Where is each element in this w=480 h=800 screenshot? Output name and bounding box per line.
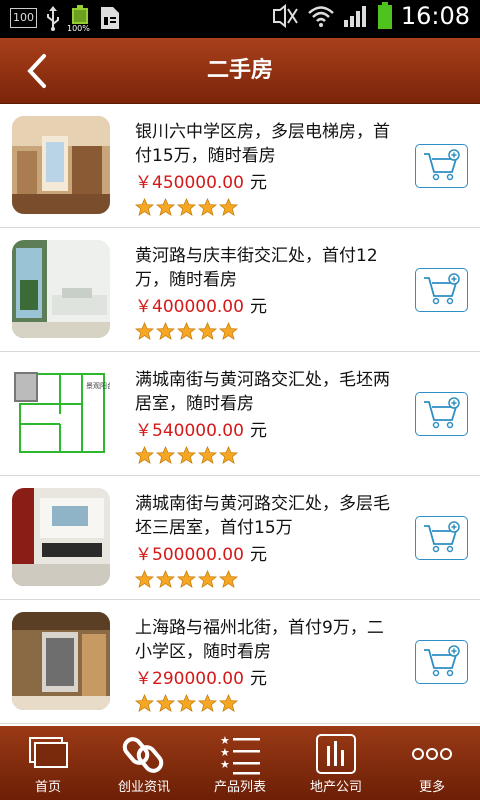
nav-item-company[interactable]: 地产公司 xyxy=(288,726,384,800)
star-icon xyxy=(219,322,238,340)
back-button[interactable] xyxy=(18,50,58,92)
star-icon xyxy=(156,322,175,340)
nav-label: 地产公司 xyxy=(309,780,362,795)
star-icon xyxy=(219,198,238,216)
list-item[interactable]: 上海路与福州北街，首付9万，二小学区，随时看房 ￥290000.00 元 xyxy=(0,600,480,724)
signal-icon xyxy=(343,6,366,27)
star-icon xyxy=(198,322,217,340)
cart-add-icon xyxy=(424,645,460,677)
star-icon xyxy=(219,446,238,464)
nav-label: 首页 xyxy=(34,780,61,795)
listing-price: ￥540000.00 xyxy=(135,421,244,441)
listing-photo xyxy=(12,488,110,586)
rating-stars xyxy=(135,322,238,341)
nav-label: 产品列表 xyxy=(213,780,266,795)
listing-price: ￥500000.00 xyxy=(135,545,244,565)
price-unit: 元 xyxy=(249,297,267,317)
add-to-cart-button[interactable] xyxy=(415,268,468,312)
nav-item-home[interactable]: 首页 xyxy=(0,726,96,800)
price-unit: 元 xyxy=(249,545,267,565)
price-unit: 元 xyxy=(249,669,267,689)
home-icon xyxy=(29,737,68,768)
listing-title: 上海路与福州北街，首付9万，二小学区，随时看房 xyxy=(135,618,384,662)
notification-badge: 100 xyxy=(10,8,37,28)
star-icon xyxy=(198,198,217,216)
star-icon xyxy=(156,446,175,464)
document-icon xyxy=(101,7,119,29)
star-icon xyxy=(135,570,154,588)
listing-price: ￥290000.00 xyxy=(135,669,244,689)
app-header: 二手房 xyxy=(0,38,480,104)
listing-title: 满城南街与黄河路交汇处，多层毛坯三居室，首付15万 xyxy=(135,494,390,538)
add-to-cart-button[interactable] xyxy=(415,516,468,560)
listing-photo xyxy=(12,240,110,338)
star-icon xyxy=(135,694,154,712)
star-icon xyxy=(219,570,238,588)
cart-add-icon xyxy=(424,149,460,181)
price-unit: 元 xyxy=(249,421,267,441)
star-icon xyxy=(135,446,154,464)
cart-add-icon xyxy=(424,521,460,553)
listing-list[interactable]: 银川六中学区房，多层电梯房，首付15万，随时看房 ￥450000.00 元 黄河… xyxy=(0,104,480,726)
chart-icon xyxy=(316,734,356,774)
listing-floorplan: 景观阳台 xyxy=(12,364,110,462)
rating-stars xyxy=(135,694,238,713)
list-icon: ★ ★ ★ xyxy=(220,734,260,775)
price-unit: 元 xyxy=(249,173,267,193)
nav-item-products[interactable]: ★ ★ ★ 产品列表 xyxy=(192,726,288,800)
list-item[interactable]: 银川六中学区房，多层电梯房，首付15万，随时看房 ￥450000.00 元 xyxy=(0,104,480,228)
rating-stars xyxy=(135,570,238,589)
star-icon xyxy=(198,446,217,464)
status-bar: 100 100% 16:08 xyxy=(0,0,480,38)
star-icon xyxy=(177,694,196,712)
mute-icon xyxy=(272,4,298,28)
wifi-icon xyxy=(307,6,334,27)
add-to-cart-button[interactable] xyxy=(415,144,468,188)
star-icon xyxy=(135,322,154,340)
usb-icon xyxy=(47,6,59,31)
star-icon xyxy=(156,198,175,216)
floorplan-label: 景观阳台 xyxy=(86,381,110,390)
star-icon xyxy=(177,198,196,216)
star-icon xyxy=(177,570,196,588)
add-to-cart-button[interactable] xyxy=(415,392,468,436)
svg-text:★: ★ xyxy=(220,758,230,771)
nav-label: 创业资讯 xyxy=(117,780,170,795)
list-item[interactable]: 满城南街与黄河路交汇处，多层毛坯三居室，首付15万 ￥500000.00 元 xyxy=(0,476,480,600)
more-icon xyxy=(412,748,452,760)
cart-add-icon xyxy=(424,273,460,305)
nav-label: 更多 xyxy=(418,780,445,795)
star-icon xyxy=(177,446,196,464)
star-icon xyxy=(135,198,154,216)
nav-item-news[interactable]: 创业资讯 xyxy=(96,726,192,800)
battery-full-icon: 100% xyxy=(67,5,91,33)
rating-stars xyxy=(135,446,238,465)
rating-stars xyxy=(135,198,238,217)
star-icon xyxy=(219,694,238,712)
listing-title: 满城南街与黄河路交汇处，毛坯两居室，随时看房 xyxy=(135,370,390,414)
page-title: 二手房 xyxy=(206,58,273,83)
listing-photo xyxy=(12,612,110,710)
listing-photo xyxy=(12,116,110,214)
listing-title: 黄河路与庆丰街交汇处，首付12万，随时看房 xyxy=(135,246,378,290)
listing-price: ￥450000.00 xyxy=(135,173,244,193)
star-icon xyxy=(177,322,196,340)
star-icon xyxy=(156,570,175,588)
cart-add-icon xyxy=(424,397,460,429)
listing-price: ￥400000.00 xyxy=(135,297,244,317)
chevron-left-icon xyxy=(27,54,46,88)
list-item[interactable]: 黄河路与庆丰街交汇处，首付12万，随时看房 ￥400000.00 元 xyxy=(0,228,480,352)
list-item[interactable]: 景观阳台 满城南街与黄河路交汇处，毛坯两居室，随时看房 ￥540000.00元 xyxy=(0,352,480,476)
add-to-cart-button[interactable] xyxy=(415,640,468,684)
bottom-nav: 首页 创业资讯 ★ ★ ★ 产品列表 地产公司 更多 xyxy=(0,726,480,800)
battery-icon xyxy=(377,2,392,29)
listing-title: 银川六中学区房，多层电梯房，首付15万，随时看房 xyxy=(135,122,390,166)
star-icon xyxy=(198,694,217,712)
star-icon xyxy=(156,694,175,712)
nav-item-more[interactable]: 更多 xyxy=(384,726,480,800)
star-icon xyxy=(198,570,217,588)
link-icon xyxy=(122,737,164,773)
clock: 16:08 xyxy=(400,2,470,30)
